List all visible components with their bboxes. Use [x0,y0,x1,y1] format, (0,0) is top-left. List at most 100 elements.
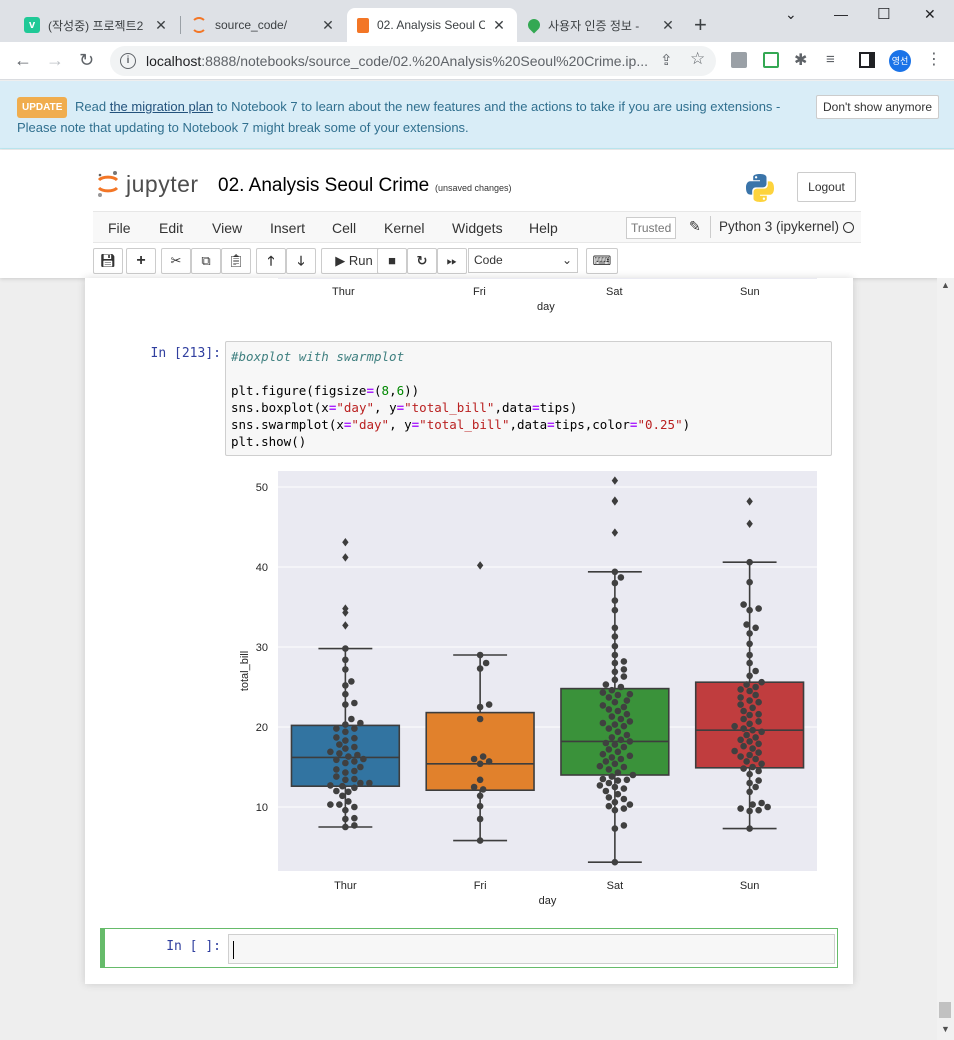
browser-tab-notebook[interactable]: 02. Analysis Seoul C ✕ [347,8,517,42]
close-icon[interactable]: ✕ [320,17,336,34]
close-icon[interactable]: ✕ [660,17,676,34]
address-bar[interactable]: i localhost:8888/notebooks/source_code/0… [110,46,716,76]
menu-icon[interactable]: ⋮ [926,49,942,69]
swarm-point [617,736,625,744]
menu-help[interactable]: Help [529,220,558,236]
profile-avatar[interactable]: 영선 [889,50,911,72]
swarm-point [479,753,487,760]
move-up-button[interactable]: 🡑 [256,248,286,274]
extension-avatar-icon[interactable] [731,52,747,68]
menu-kernel[interactable]: Kernel [384,220,424,236]
dont-show-anymore-button[interactable]: Don't show anymore [816,95,940,119]
x-tick-label: Sun [740,880,760,892]
scroll-down-arrow[interactable]: ▼ [941,1024,950,1034]
reload-button[interactable]: ↻ [79,50,94,70]
swarm-point [342,656,349,664]
swarm-point [626,718,634,725]
bookmark-star-icon[interactable]: ☆ [690,49,705,69]
page-scrollbar[interactable]: ▲ ▼ [937,278,954,1040]
maximize-button[interactable]: ☐ [877,5,890,23]
migration-plan-link[interactable]: the migration plan [110,99,213,114]
swarm-point [605,746,613,753]
menu-view[interactable]: View [212,220,242,236]
menu-widgets[interactable]: Widgets [452,220,503,236]
close-window-button[interactable]: ✕ [924,6,936,23]
swarm-point [336,741,343,748]
swarm-point [605,694,613,701]
swarm-point [611,858,619,866]
swarm-point [611,568,619,576]
scrollbar-thumb[interactable] [939,1002,951,1018]
swarm-point [611,806,619,814]
menu-cell[interactable]: Cell [332,220,356,236]
jupyter-header: jupyter 02. Analysis Seoul Crime (unsave… [0,150,954,278]
swarm-point [626,690,634,698]
restart-button[interactable]: ↻ [407,248,437,274]
swarm-point [752,734,759,741]
swarm-point [755,718,762,725]
browser-tab-maps[interactable]: 사용자 인증 정보 - ✕ [518,8,686,42]
notebook-name[interactable]: 02. Analysis Seoul Crime [218,175,429,197]
swarm-point [740,725,747,732]
scroll-up-arrow[interactable]: ▲ [941,280,950,290]
back-button[interactable]: ← [14,50,32,70]
swarm-point [623,731,631,739]
swarm-point [611,668,619,676]
restart-run-all-button[interactable]: ⏩︎ [437,248,467,274]
prev-tick-fri: Fri [473,286,486,298]
save-button[interactable]: 💾︎ [93,248,123,274]
menu-edit[interactable]: Edit [159,220,183,236]
share-icon[interactable]: ⇪ [660,51,673,69]
media-icon[interactable]: ≡ [826,51,835,68]
swarm-point [342,737,349,744]
swarm-point [740,601,747,608]
y-tick-label: 50 [256,482,268,494]
kernel-name[interactable]: Python 3 (ipykernel) [719,219,839,234]
previous-plot-bottom-edge [278,278,817,279]
close-icon[interactable]: ✕ [491,17,507,34]
command-palette-button[interactable]: ⌨ [586,248,618,274]
swarm-point [333,766,340,773]
tab-search-icon[interactable]: ⌄ [785,6,797,23]
close-icon[interactable]: ✕ [153,17,169,34]
code-line: sns.boxplot(x="day", y="total_bill",data… [231,400,578,415]
swarm-point [342,759,349,767]
swarm-point [746,558,753,566]
browser-tab-velog[interactable]: v (작성중) 프로젝트2 ✕ [14,8,179,42]
paste-button[interactable]: 📋︎ [221,248,251,274]
jupyter-logo[interactable]: jupyter [96,170,199,198]
swarm-point [345,788,352,796]
puzzle-icon[interactable]: ✱ [794,50,807,70]
swarm-point [749,745,756,752]
cut-button[interactable]: ✂ [161,248,191,274]
extension-screen-icon[interactable] [763,52,779,68]
insert-cell-button[interactable]: + [126,248,156,274]
new-tab-button[interactable]: + [694,14,707,36]
copy-button[interactable]: ⧉ [191,248,221,274]
swarm-point [333,787,340,795]
browser-tab-source-code[interactable]: source_code/ ✕ [181,8,346,42]
trusted-indicator[interactable]: Trusted [626,217,677,239]
interrupt-button[interactable]: ■ [377,248,407,274]
new-code-cell[interactable]: In [ ]: [100,928,838,968]
menu-file[interactable]: File [108,220,131,236]
y-axis-label: total_bill [239,651,251,691]
move-down-button[interactable]: 🡓 [286,248,316,274]
swarm-point [746,770,753,778]
new-cell-editor[interactable] [228,934,835,964]
swarm-point [617,755,625,763]
menu-insert[interactable]: Insert [270,220,305,236]
swarm-point [764,803,771,811]
info-icon[interactable]: i [120,53,136,69]
swarm-point [752,683,759,691]
cell-type-select[interactable]: Code ⌄ [468,248,578,273]
forward-button[interactable]: → [46,50,64,70]
kernel-status-icon [843,222,854,233]
side-panel-icon[interactable] [859,52,875,68]
logout-button[interactable]: Logout [797,172,856,202]
swarm-point [611,798,619,806]
code-editor[interactable]: #boxplot with swarmplot plt.figure(figsi… [225,341,832,456]
edit-pencil-icon[interactable]: ✎ [689,218,701,235]
minimize-button[interactable]: — [834,6,848,22]
swarm-point [351,784,358,792]
